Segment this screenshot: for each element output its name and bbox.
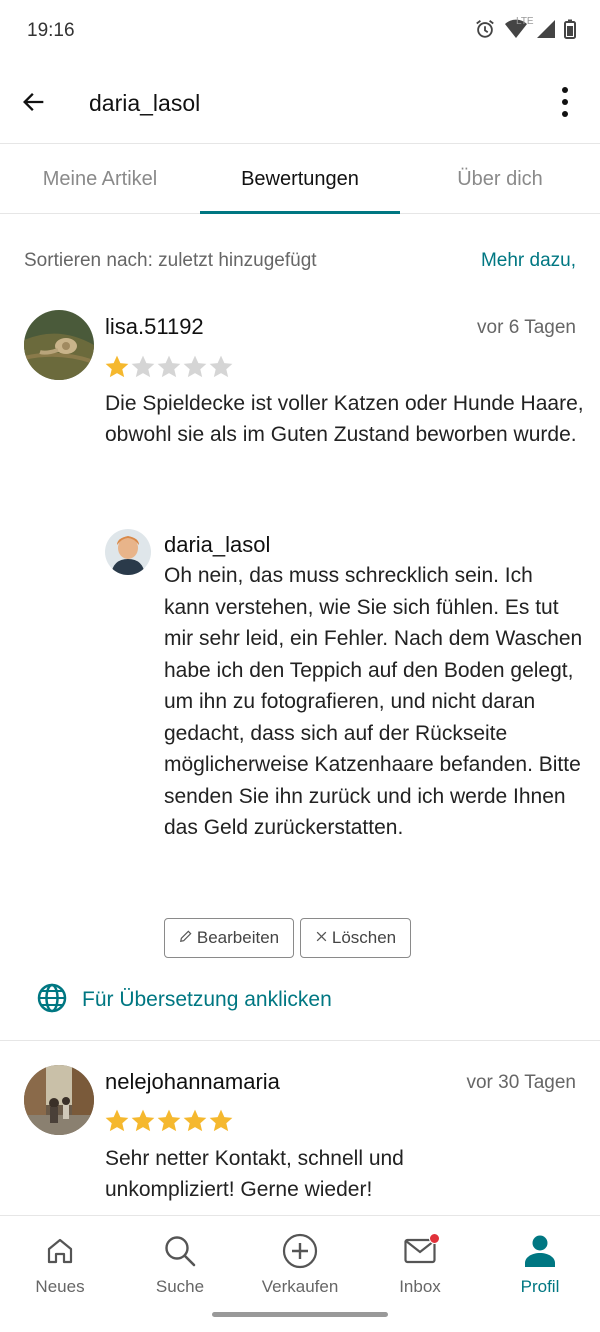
delete-reply-label: Löschen [331, 928, 397, 947]
globe-icon [36, 982, 68, 1019]
search-icon [162, 1233, 198, 1269]
rating-stars [104, 1108, 234, 1134]
review-date: vor 30 Tagen [466, 1072, 576, 1093]
review-date: vor 6 Tagen [477, 317, 576, 338]
nav-label: Verkaufen [261, 1277, 339, 1296]
reviewer-avatar[interactable] [24, 310, 94, 380]
tab-bewertungen[interactable]: Bewertungen [200, 145, 400, 214]
star-filled-icon [209, 1109, 233, 1132]
more-options-button[interactable] [550, 84, 580, 124]
nav-label: Neues [35, 1277, 85, 1296]
reply-text: Oh nein, das muss schrecklich sein. Ich … [164, 564, 583, 839]
profile-tabs: Meine Artikel Bewertungen Über dich [0, 145, 600, 214]
nav-neues[interactable]: Neues [0, 1216, 120, 1311]
star-empty-icon [209, 355, 233, 378]
home-icon [42, 1233, 78, 1269]
reply-avatar[interactable] [105, 529, 151, 575]
edit-reply-button[interactable]: Bearbeiten [164, 918, 294, 958]
star-filled-icon [131, 1109, 155, 1132]
star-filled-icon [183, 1109, 207, 1132]
star-empty-icon [183, 355, 207, 378]
divider [0, 1040, 600, 1041]
translate-button[interactable]: Für Übersetzung anklicken [36, 983, 332, 1017]
nav-verkaufen[interactable]: Verkaufen [240, 1216, 360, 1311]
reviewer-name[interactable]: lisa.51192 [105, 314, 204, 340]
signal-icon: LTE [516, 16, 556, 39]
status-icons: LTE [474, 16, 576, 40]
home-indicator[interactable] [212, 1312, 388, 1317]
more-vertical-icon [561, 86, 569, 123]
alarm-icon [474, 18, 496, 40]
translate-label: Für Übersetzung anklicken [82, 988, 332, 1011]
star-empty-icon [131, 355, 155, 378]
star-empty-icon [157, 355, 181, 378]
nav-label: Inbox [399, 1277, 441, 1296]
review-text: Sehr netter Kontakt, schnell und unkompl… [105, 1147, 404, 1201]
sort-row: Sortieren nach: zuletzt hinzugefügt Mehr… [24, 250, 576, 276]
status-bar: 19:16 LTE [0, 0, 600, 64]
nav-inbox[interactable]: Inbox [360, 1216, 480, 1311]
arrow-left-icon [20, 88, 48, 121]
nav-label: Profil [520, 1277, 560, 1296]
review-text: Die Spieldecke ist voller Katzen oder Hu… [105, 392, 584, 446]
more-info-link[interactable]: Mehr dazu, [481, 250, 576, 272]
status-time: 19:16 [27, 20, 75, 41]
battery-icon [564, 19, 576, 39]
reviewer-name[interactable]: nelejohannamaria [105, 1069, 280, 1095]
app-bar: daria_lasol [0, 64, 600, 144]
sort-label[interactable]: Sortieren nach: zuletzt hinzugefügt [24, 250, 317, 272]
star-filled-icon [105, 1109, 129, 1132]
nav-profil[interactable]: Profil [480, 1216, 600, 1311]
delete-reply-button[interactable]: Löschen [300, 918, 411, 958]
person-icon [522, 1233, 558, 1269]
edit-reply-label: Bearbeiten [196, 928, 280, 947]
tab-ueber-dich[interactable]: Über dich [400, 145, 600, 213]
back-button[interactable] [14, 84, 54, 124]
tab-meine-artikel[interactable]: Meine Artikel [0, 145, 200, 213]
mail-icon [402, 1233, 440, 1269]
rating-stars [104, 354, 234, 380]
pencil-icon [179, 928, 193, 948]
plus-circle-icon [282, 1233, 318, 1269]
reply-author-name: daria_lasol [164, 532, 271, 557]
nav-label: Suche [155, 1277, 205, 1296]
close-icon [315, 928, 328, 948]
star-filled-icon [105, 355, 129, 378]
nav-suche[interactable]: Suche [120, 1216, 240, 1311]
notification-badge [429, 1233, 440, 1244]
star-filled-icon [157, 1109, 181, 1132]
reviewer-avatar[interactable] [24, 1065, 94, 1135]
network-type: LTE [516, 16, 534, 27]
page-title: daria_lasol [89, 90, 201, 116]
